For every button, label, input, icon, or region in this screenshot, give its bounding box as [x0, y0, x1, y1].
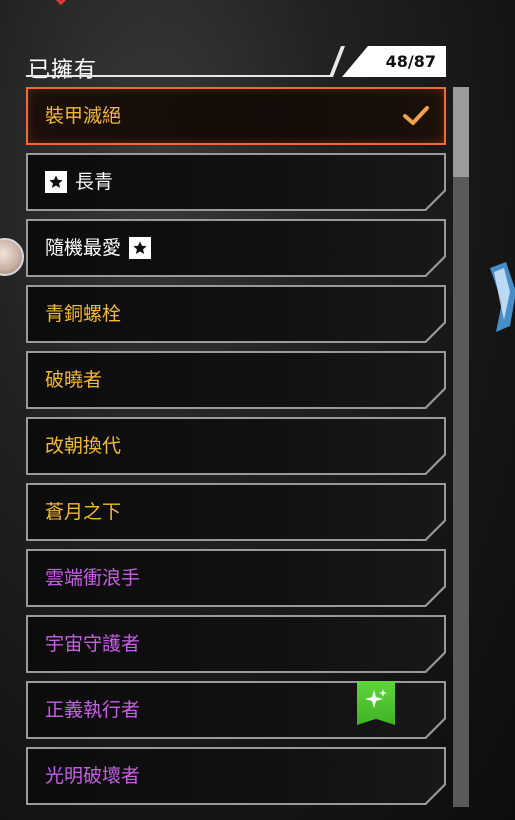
- item-label: 長青: [75, 171, 114, 193]
- scrollbar-thumb[interactable]: [453, 87, 469, 177]
- skin-list: 裝甲滅絕長青隨機最愛青銅螺栓破曉者改朝換代蒼月之下雲端衝浪手宇宙守護者正義執行者…: [26, 87, 446, 813]
- list-item[interactable]: 改朝換代: [26, 417, 446, 475]
- star-icon: [129, 237, 152, 259]
- list-item[interactable]: 雲端衝浪手: [26, 549, 446, 607]
- item-label: 正義執行者: [45, 699, 141, 721]
- owned-count: 48/87: [385, 52, 436, 71]
- item-label-row: 宇宙守護者: [45, 632, 140, 656]
- item-label: 隨機最愛: [45, 237, 122, 259]
- check-icon: [402, 104, 430, 128]
- item-label: 蒼月之下: [45, 501, 122, 523]
- list-item[interactable]: 隨機最愛: [26, 219, 446, 277]
- sparkle-icon: [364, 687, 388, 715]
- item-label-row: 蒼月之下: [45, 500, 121, 524]
- new-badge: [357, 681, 395, 725]
- item-label: 光明破壞者: [45, 765, 141, 787]
- item-label-row: 裝甲滅絕: [45, 104, 121, 128]
- avatar: [0, 238, 24, 276]
- item-label: 雲端衝浪手: [45, 567, 141, 589]
- page-title: 已擁有: [28, 58, 98, 83]
- owned-count-badge: 48/87: [342, 46, 446, 77]
- item-label-row: 隨機最愛: [45, 236, 152, 260]
- owned-header: 已擁有 48/87: [26, 44, 446, 83]
- title-underline: [26, 75, 331, 77]
- list-item[interactable]: 裝甲滅絕: [26, 87, 446, 145]
- item-label: 改朝換代: [45, 435, 122, 457]
- item-label-row: 光明破壞者: [45, 764, 140, 788]
- list-item[interactable]: 長青: [26, 153, 446, 211]
- list-item[interactable]: 破曉者: [26, 351, 446, 409]
- list-item[interactable]: 青銅螺栓: [26, 285, 446, 343]
- item-label-row: 青銅螺栓: [45, 302, 121, 326]
- item-label: 破曉者: [45, 369, 103, 391]
- item-label-row: 改朝換代: [45, 434, 121, 458]
- item-label-row: 長青: [45, 170, 113, 194]
- character-model-partial-icon: [490, 262, 515, 332]
- item-label: 裝甲滅絕: [45, 105, 122, 127]
- list-item[interactable]: 正義執行者: [26, 681, 446, 739]
- item-label: 青銅螺栓: [45, 303, 122, 325]
- scrollbar[interactable]: [453, 87, 469, 807]
- list-item[interactable]: 光明破壞者: [26, 747, 446, 805]
- star-icon: [45, 171, 67, 193]
- header-divider: [329, 46, 345, 77]
- item-label: 宇宙守護者: [45, 633, 141, 655]
- item-label-row: 破曉者: [45, 368, 102, 392]
- dropdown-marker-icon: [55, 0, 67, 6]
- list-item[interactable]: 宇宙守護者: [26, 615, 446, 673]
- item-label-row: 雲端衝浪手: [45, 566, 140, 590]
- item-label-row: 正義執行者: [45, 698, 140, 722]
- list-item[interactable]: 蒼月之下: [26, 483, 446, 541]
